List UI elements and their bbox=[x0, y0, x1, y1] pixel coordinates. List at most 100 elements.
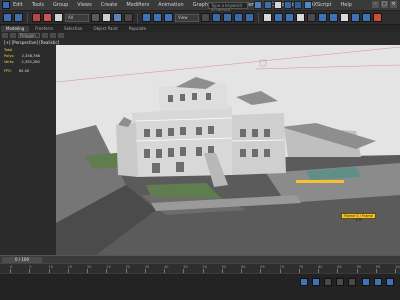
render-setup-icon[interactable] bbox=[351, 13, 360, 22]
menu-views[interactable]: Views bbox=[77, 2, 91, 8]
trackbar-tick: 100 bbox=[395, 265, 400, 273]
rendered-frame-window-icon[interactable] bbox=[362, 13, 371, 22]
search-input[interactable]: Type a keyword or phrase bbox=[208, 2, 248, 13]
trackbar-tick: 80 bbox=[318, 265, 322, 273]
trackbar-tick: 20 bbox=[87, 265, 91, 273]
render-production-icon[interactable] bbox=[373, 13, 382, 22]
unlink-icon[interactable] bbox=[43, 13, 52, 22]
menu-bar: Edit Tools Group Views Create Modifiers … bbox=[0, 0, 400, 11]
scene-render bbox=[56, 45, 400, 255]
trackbar-tick: 55 bbox=[221, 265, 226, 273]
tab-freeform[interactable]: Freeform bbox=[30, 26, 58, 32]
fps-value: 60.00 bbox=[18, 69, 30, 73]
main-toolbar: All View bbox=[0, 11, 400, 25]
window-controls: – □ × bbox=[372, 1, 397, 8]
trackbar[interactable]: 0 5 10 15 20 25 30 35 40 45 50 55 60 65 70 75 80 85 90 95 10… bbox=[0, 263, 400, 273]
align-icon[interactable] bbox=[285, 13, 294, 22]
go-to-start-icon[interactable] bbox=[324, 278, 332, 286]
edge-tool-icon[interactable] bbox=[10, 33, 16, 38]
selection-filter-dropdown[interactable]: All bbox=[65, 13, 89, 22]
toolbar-divider bbox=[258, 12, 259, 23]
menu-edit[interactable]: Edit bbox=[13, 2, 23, 8]
trackbar-ticks: 0 5 10 15 20 25 30 35 40 45 50 55 60 65 70 75 80 85 90 95 10… bbox=[10, 265, 400, 273]
select-link-icon[interactable] bbox=[32, 13, 41, 22]
time-slider[interactable]: 0 / 100 bbox=[0, 255, 400, 263]
move-icon[interactable] bbox=[142, 13, 151, 22]
polygon-tool-icon[interactable] bbox=[2, 33, 8, 38]
window-crossing-icon[interactable] bbox=[124, 13, 133, 22]
rectangular-selection-icon[interactable] bbox=[113, 13, 122, 22]
viewport-label[interactable]: [+] [Perspective] [Realistic] bbox=[4, 40, 59, 45]
named-selection-icon[interactable] bbox=[263, 13, 272, 22]
bind-space-warp-icon[interactable] bbox=[54, 13, 63, 22]
schematic-view-icon[interactable] bbox=[329, 13, 338, 22]
verts-value: 2,355,280 bbox=[21, 60, 40, 64]
trackbar-tick: 35 bbox=[144, 265, 149, 273]
zoom-icon[interactable] bbox=[362, 278, 370, 286]
set-key-icon[interactable] bbox=[312, 278, 320, 286]
verts-label: Verts: bbox=[4, 60, 15, 64]
menu-group[interactable]: Group bbox=[53, 2, 68, 8]
spinner-snap-icon[interactable] bbox=[245, 13, 254, 22]
trackbar-tick: 5 bbox=[29, 265, 31, 273]
pan-icon[interactable] bbox=[386, 278, 394, 286]
close-icon[interactable]: × bbox=[390, 1, 397, 8]
viewport-statistics: Total Polys: 2,358,786 Verts: 2,355,280 … bbox=[4, 47, 40, 74]
undo-icon[interactable] bbox=[3, 13, 12, 22]
trackbar-tick: 85 bbox=[337, 265, 342, 273]
select-by-name-icon[interactable] bbox=[102, 13, 111, 22]
border-tool-icon[interactable] bbox=[50, 33, 56, 38]
app-logo-icon[interactable] bbox=[2, 1, 10, 9]
layer-explorer-icon[interactable] bbox=[296, 13, 305, 22]
angle-snap-icon[interactable] bbox=[223, 13, 232, 22]
frame-readout[interactable]: 0 / 100 bbox=[2, 256, 42, 263]
orbit-icon[interactable] bbox=[374, 278, 382, 286]
ribbon-tabs: Modeling Freeform Selection Object Paint… bbox=[0, 25, 400, 32]
graphite-toggle-icon[interactable] bbox=[307, 13, 316, 22]
fps-label: FPS: bbox=[4, 69, 12, 73]
menu-create[interactable]: Create bbox=[101, 2, 118, 8]
go-to-end-icon[interactable] bbox=[348, 278, 356, 286]
redo-icon[interactable] bbox=[14, 13, 23, 22]
select-object-icon[interactable] bbox=[91, 13, 100, 22]
selected-object-highlight bbox=[296, 180, 344, 183]
play-icon[interactable] bbox=[336, 278, 344, 286]
tab-selection[interactable]: Selection bbox=[59, 26, 87, 32]
tab-modeling[interactable]: Modeling bbox=[1, 25, 30, 32]
scale-icon[interactable] bbox=[164, 13, 173, 22]
help-icon[interactable] bbox=[304, 1, 312, 9]
maximize-icon[interactable]: □ bbox=[381, 1, 388, 8]
trackbar-tick: 0 bbox=[10, 265, 12, 273]
vertex-tool-icon[interactable] bbox=[42, 33, 48, 38]
mirror-icon[interactable] bbox=[274, 13, 283, 22]
material-editor-icon[interactable] bbox=[340, 13, 349, 22]
sign-in-icon[interactable] bbox=[284, 1, 292, 9]
menu-animation[interactable]: Animation bbox=[158, 2, 184, 8]
element-tool-icon[interactable] bbox=[58, 33, 64, 38]
trackbar-tick: 10 bbox=[48, 265, 53, 273]
snap-toggle-icon[interactable] bbox=[212, 13, 221, 22]
favorites-icon[interactable] bbox=[274, 1, 282, 9]
ribbon-panel: Polygon bbox=[0, 32, 400, 39]
trackbar-tick: 30 bbox=[125, 265, 130, 273]
trackbar-tick: 40 bbox=[164, 265, 168, 273]
subobject-dropdown[interactable]: Polygon bbox=[18, 33, 40, 38]
east-wing bbox=[232, 113, 286, 175]
menu-modifiers[interactable]: Modifiers bbox=[126, 2, 149, 8]
communication-center-icon[interactable] bbox=[264, 1, 272, 9]
search-icon[interactable] bbox=[254, 1, 262, 9]
tab-object-paint[interactable]: Object Paint bbox=[88, 26, 122, 32]
minimize-icon[interactable]: – bbox=[372, 1, 379, 8]
menu-tools[interactable]: Tools bbox=[32, 2, 44, 8]
pivot-center-icon[interactable] bbox=[201, 13, 210, 22]
curve-editor-icon[interactable] bbox=[318, 13, 327, 22]
auto-key-icon[interactable] bbox=[300, 278, 308, 286]
rotate-icon[interactable] bbox=[153, 13, 162, 22]
tab-populate[interactable]: Populate bbox=[124, 26, 151, 32]
exchange-apps-icon[interactable] bbox=[294, 1, 302, 9]
toolbar-divider bbox=[137, 12, 138, 23]
trackbar-tick: 65 bbox=[260, 265, 265, 273]
menu-help[interactable]: Help bbox=[341, 2, 352, 8]
percent-snap-icon[interactable] bbox=[234, 13, 243, 22]
reference-coordinate-dropdown[interactable]: View bbox=[175, 13, 199, 22]
